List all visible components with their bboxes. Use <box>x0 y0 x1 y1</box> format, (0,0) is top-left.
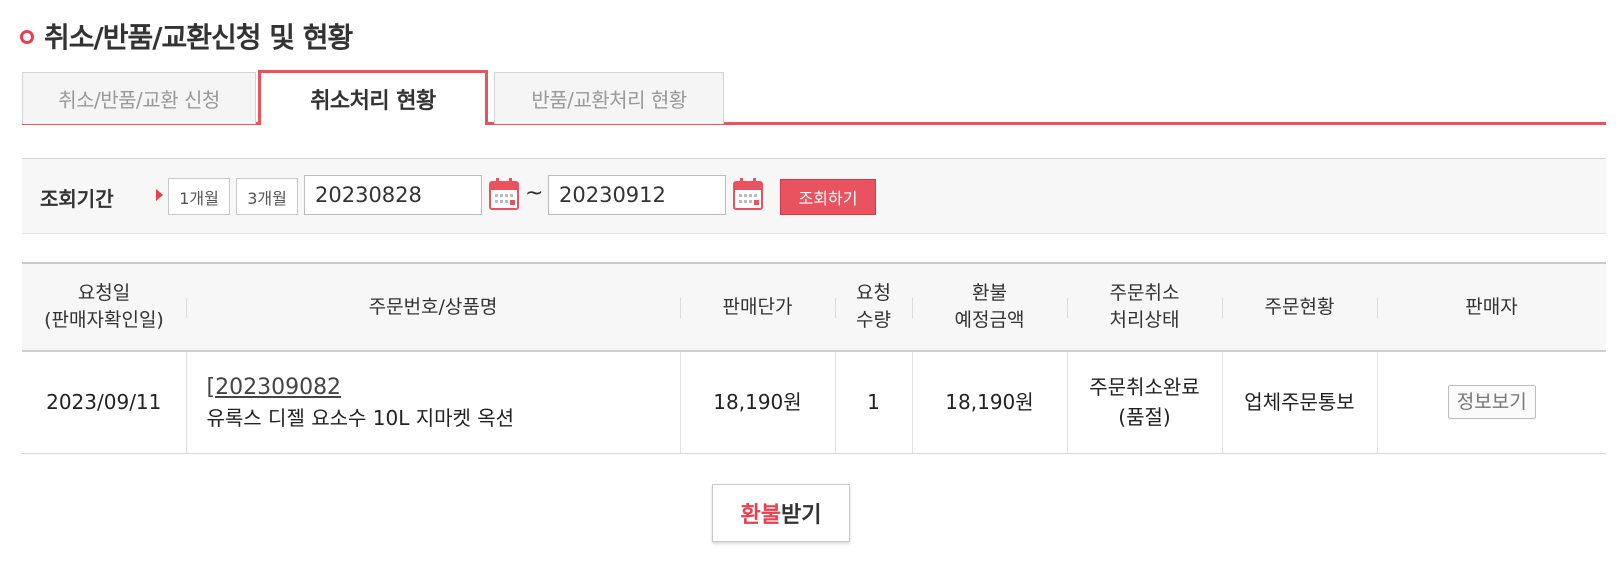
header-line: 예정금액 <box>954 309 1025 331</box>
column-divider <box>1222 298 1223 318</box>
tab-return-status[interactable]: 반품/교환처리 현황 <box>494 72 724 124</box>
cancel-status-table: 요청일 (판매자확인일) 주문번호/상품명 판매단가 요청 수량 환불 예정금액 <box>22 262 1606 454</box>
header-line: 주문현황 <box>1264 295 1335 318</box>
header-line: 처리상태 <box>1109 309 1180 331</box>
column-divider <box>680 298 681 318</box>
date-range-separator: ~ <box>525 181 544 206</box>
cell-quantity: 1 <box>834 351 912 454</box>
header-line: 판매자 <box>1465 295 1518 318</box>
column-divider <box>1067 298 1068 318</box>
tab-request[interactable]: 취소/반품/교환 신청 <box>22 72 256 124</box>
refund-button[interactable]: 환불 받기 <box>712 484 850 542</box>
header-order-status: 주문현황 <box>1222 262 1377 352</box>
tab-cancel-status[interactable]: 취소처리 현황 <box>258 70 488 125</box>
tab-bar: 취소/반품/교환 신청 취소처리 현황 반품/교환처리 현황 <box>22 70 1606 128</box>
header-line: 판매단가 <box>722 295 793 318</box>
header-line: 주문취소 <box>1109 282 1180 304</box>
arrow-right-icon <box>156 189 163 201</box>
page-title: 취소/반품/교환신청 및 현황 <box>20 16 353 56</box>
header-line: 주문번호/상품명 <box>368 295 498 318</box>
cell-refund-amount: 18,190원 <box>911 351 1067 454</box>
search-submit-button[interactable]: 조회하기 <box>780 179 876 215</box>
status-reason: (품절) <box>1118 405 1171 430</box>
table-row: 2023/09/11 [202309082 유록스 디젤 요소수 10L 지마켓… <box>22 351 1606 454</box>
header-refund-amount: 환불 예정금액 <box>912 262 1067 352</box>
header-order-product: 주문번호/상품명 <box>186 262 680 352</box>
title-bullet-icon <box>20 30 34 44</box>
header-seller: 판매자 <box>1377 262 1606 352</box>
search-period-label: 조회기간 <box>40 187 114 211</box>
date-from-input[interactable]: 20230828 <box>304 175 482 215</box>
cell-unit-price: 18,190원 <box>679 351 835 454</box>
refund-label-dark: 받기 <box>781 503 822 528</box>
header-line: (판매자확인일) <box>44 309 164 331</box>
page-title-text: 취소/반품/교환신청 및 현황 <box>44 21 353 54</box>
column-divider <box>835 298 836 318</box>
order-number-link[interactable]: [202309082 <box>207 375 342 400</box>
cell-request-date: 2023/09/11 <box>22 351 186 454</box>
table-header-row: 요청일 (판매자확인일) 주문번호/상품명 판매단가 요청 수량 환불 예정금액 <box>22 262 1606 352</box>
header-unit-price: 판매단가 <box>680 262 835 352</box>
calendar-icon[interactable] <box>488 177 520 211</box>
period-1-month-button[interactable]: 1개월 <box>168 178 230 215</box>
calendar-icon[interactable] <box>732 177 764 211</box>
cell-cancel-status: 주문취소완료 (품절) <box>1066 351 1222 454</box>
header-line: 환불 <box>972 282 1007 304</box>
header-line: 요청 <box>856 282 891 304</box>
column-divider <box>1377 298 1378 318</box>
header-line: 요청일 <box>77 282 131 304</box>
cell-seller: 정보보기 <box>1376 351 1606 454</box>
search-period-bar: 조회기간 1개월 3개월 20230828 ~ 20230912 조회하기 <box>22 158 1606 234</box>
period-3-month-button[interactable]: 3개월 <box>236 178 298 215</box>
status-text: 주문취소완료 <box>1089 375 1200 400</box>
column-divider <box>912 298 913 318</box>
cell-order-product: [202309082 유록스 디젤 요소수 10L 지마켓 옥션 <box>185 351 680 454</box>
seller-info-button[interactable]: 정보보기 <box>1447 385 1536 420</box>
header-request-date: 요청일 (판매자확인일) <box>22 262 186 352</box>
cell-order-status: 업체주문통보 <box>1221 351 1377 454</box>
column-divider <box>186 298 187 318</box>
header-line: 수량 <box>856 309 891 331</box>
header-cancel-status: 주문취소 처리상태 <box>1067 262 1222 352</box>
product-name: 유록스 디젤 요소수 10L 지마켓 옥션 <box>206 405 515 430</box>
refund-label-red: 환불 <box>740 503 781 528</box>
header-quantity: 요청 수량 <box>835 262 912 352</box>
date-to-input[interactable]: 20230912 <box>548 175 726 215</box>
